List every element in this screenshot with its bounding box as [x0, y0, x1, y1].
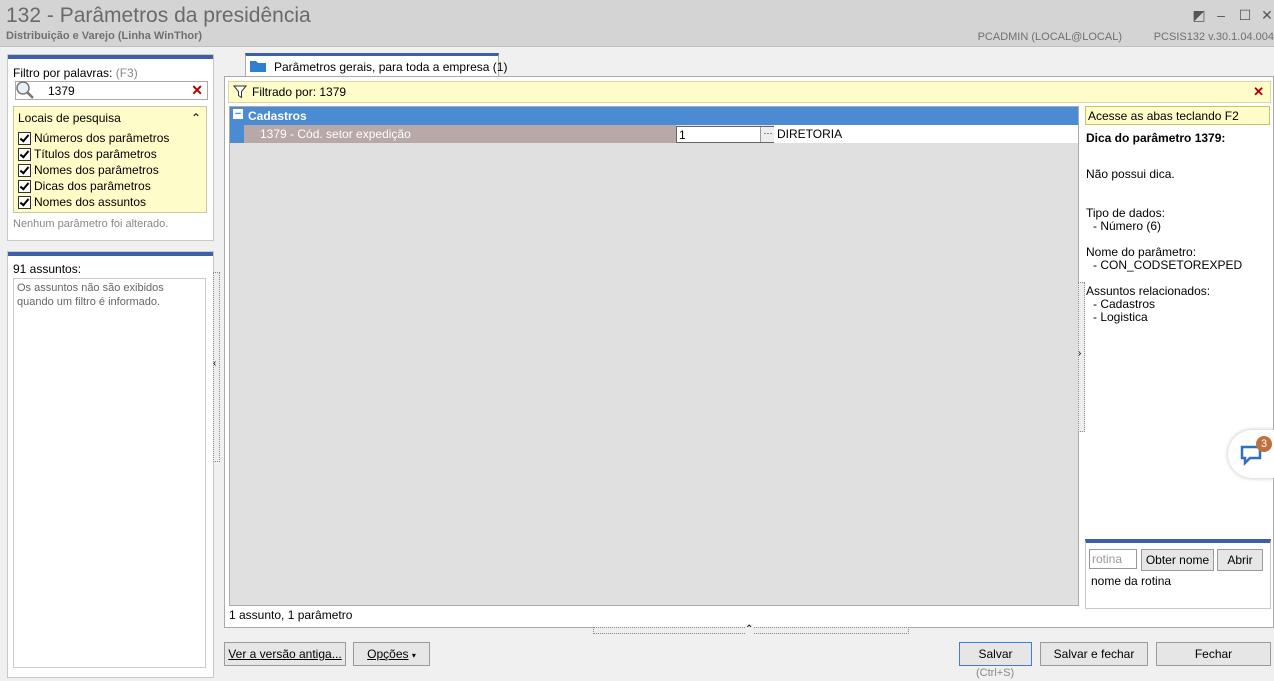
option-parameter-names[interactable]: Nomes dos parâmetros: [18, 162, 159, 178]
options-button[interactable]: Opções ▾: [353, 642, 430, 666]
routine-box: rotina Obter nome Abrir nome da rotina: [1085, 539, 1271, 609]
parameter-tip-panel: Acesse as abas teclando F2 Dica do parâm…: [1085, 106, 1270, 604]
param-name-value: - CON_CODSETOREXPED: [1093, 258, 1243, 272]
param-name-label: Nome do parâmetro:: [1086, 245, 1197, 259]
save-button[interactable]: Salvar: [959, 642, 1032, 666]
option-subject-names[interactable]: Nomes dos assuntos: [18, 194, 146, 210]
close-window-icon[interactable]: ✕: [1258, 6, 1274, 24]
folder-icon: [250, 61, 266, 72]
related-label: Assuntos relacionados:: [1086, 284, 1211, 298]
tip-text: Não possui dica.: [1086, 167, 1175, 181]
routine-input[interactable]: rotina: [1089, 549, 1137, 569]
tab-label-row: Parâmetros gerais, para toda a empresa (…: [274, 60, 507, 74]
checkbox-icon[interactable]: [18, 195, 31, 209]
window-title: 132 - Parâmetros da presidência: [6, 4, 311, 27]
parameter-description: DIRETORIA: [777, 127, 843, 141]
parameter-name-cell[interactable]: 1379 - Cód. setor expedição: [244, 125, 676, 143]
chat-badge: 3: [1256, 436, 1272, 452]
save-and-close-button[interactable]: Salvar e fechar: [1040, 642, 1148, 666]
checkbox-icon[interactable]: [18, 179, 31, 193]
data-type-label: Tipo de dados:: [1086, 206, 1165, 220]
maximize-icon[interactable]: ☐: [1236, 6, 1254, 24]
dropdown-arrow-icon: ▾: [411, 651, 416, 660]
collapse-bottom-icon[interactable]: ⌃: [745, 624, 754, 635]
subjects-count: 91 assuntos:: [13, 262, 82, 276]
search-locations-title: Locais de pesquisa: [18, 111, 121, 125]
option-parameter-titles[interactable]: Títulos dos parâmetros: [18, 146, 157, 162]
parameters-grid: − Cadastros 1379 - Cód. setor expedição …: [229, 106, 1079, 606]
title-bar: 132 - Parâmetros da presidência Distribu…: [0, 0, 1274, 47]
parameter-value[interactable]: 1: [679, 128, 686, 142]
filter-label-row: Filtro por palavras: (F3): [13, 66, 138, 80]
related-item: - Cadastros: [1093, 297, 1156, 311]
collapse-left-icon[interactable]: ‹: [213, 358, 216, 369]
magnifier-icon: [16, 81, 34, 99]
search-input[interactable]: 1379 ✕: [15, 81, 208, 100]
user-info: PCADMIN (LOCAL@LOCAL): [977, 31, 1122, 43]
ellipsis-button[interactable]: ···: [760, 127, 775, 142]
data-type-value: - Número (6): [1093, 219, 1162, 233]
old-version-button[interactable]: Ver a versão antiga...: [224, 642, 346, 666]
clear-filter-icon[interactable]: ✕: [1253, 84, 1264, 100]
clear-search-icon[interactable]: ✕: [191, 82, 203, 99]
row-indicator: [230, 125, 244, 143]
window-subtitle: Distribuição e Varejo (Linha WinThor): [6, 30, 203, 42]
checkbox-icon[interactable]: [18, 147, 31, 161]
filter-panel: Filtro por palavras: (F3) 1379 ✕ Locais …: [7, 54, 214, 241]
filter-shortcut: (F3): [115, 66, 138, 80]
filter-summary: Filtrado por: 1379: [252, 85, 347, 99]
funnel-icon: [233, 85, 247, 99]
open-button[interactable]: Abrir: [1217, 549, 1263, 571]
tab-count: (1): [492, 60, 508, 74]
routine-placeholder: rotina: [1092, 552, 1123, 566]
checkbox-icon[interactable]: [18, 163, 31, 177]
expand-right-icon[interactable]: ›: [1078, 348, 1081, 359]
search-locations: Locais de pesquisa ⌃ Números dos parâmet…: [13, 106, 207, 213]
chat-widget[interactable]: 3: [1228, 430, 1274, 478]
tab-label: Parâmetros gerais, para toda a empresa: [274, 60, 490, 74]
option-parameter-numbers[interactable]: Números dos parâmetros: [18, 130, 169, 146]
subjects-message: Os assuntos não são exibidos quando um f…: [13, 278, 206, 668]
related-item: - Logistica: [1093, 310, 1148, 324]
search-value[interactable]: 1379: [48, 84, 75, 98]
filter-label: Filtro por palavras:: [13, 66, 113, 80]
minimize-icon[interactable]: –: [1212, 6, 1230, 24]
change-status: Nenhum parâmetro foi alterado.: [13, 218, 169, 230]
parameter-name: 1379 - Cód. setor expedição: [260, 127, 411, 141]
parameter-description-cell: DIRETORIA: [774, 125, 1078, 143]
collapse-icon[interactable]: ⌃: [191, 111, 201, 125]
table-row[interactable]: 1379 - Cód. setor expedição 1 ··· DIRETO…: [230, 125, 1078, 143]
group-label: Cadastros: [248, 109, 307, 123]
routine-name: nome da rotina: [1091, 574, 1172, 588]
subjects-panel: 91 assuntos: Os assuntos não são exibido…: [7, 251, 214, 678]
save-shortcut: (Ctrl+S): [976, 667, 1015, 679]
restore-icon[interactable]: ◩: [1190, 6, 1208, 24]
get-name-button[interactable]: Obter nome: [1141, 549, 1214, 571]
group-row[interactable]: − Cadastros: [230, 107, 1078, 125]
tip-title: Dica do parâmetro 1379:: [1086, 131, 1226, 145]
checkbox-icon[interactable]: [18, 131, 31, 145]
grid-footer: 1 assunto, 1 parâmetro: [229, 608, 353, 622]
collapse-group-icon[interactable]: −: [233, 109, 243, 120]
close-button[interactable]: Fechar: [1156, 642, 1271, 666]
tabs-hint: Acesse as abas teclando F2: [1085, 106, 1270, 125]
filter-bar: Filtrado por: 1379 ✕: [228, 81, 1271, 103]
option-parameter-tips[interactable]: Dicas dos parâmetros: [18, 178, 151, 194]
version-info: PCSIS132 v.30.1.04.004: [1153, 31, 1274, 43]
parameter-value-input[interactable]: 1 ···: [676, 126, 776, 143]
